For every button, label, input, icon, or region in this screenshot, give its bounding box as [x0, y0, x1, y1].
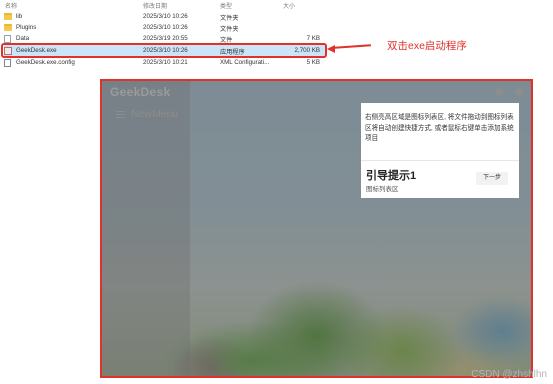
menu-icon[interactable]: [116, 111, 125, 118]
file-date: 2025/3/10 10:26: [143, 24, 188, 31]
file-size: 7 KB: [306, 35, 320, 42]
menu-item-newmenu[interactable]: NewMenu: [131, 108, 178, 120]
folder-icon: [4, 13, 12, 20]
column-size[interactable]: 大小: [283, 1, 295, 10]
file-list-header: 名称 修改日期 类型 大小: [0, 0, 330, 10]
menu-sidebar: [102, 81, 190, 376]
file-size: 5 KB: [306, 59, 320, 66]
next-step-button[interactable]: 下一步: [476, 172, 508, 185]
file-date: 2025/3/10 10:21: [143, 59, 188, 66]
close-icon[interactable]: [515, 88, 523, 96]
file-name: Data: [16, 35, 30, 42]
file-type: 文件夹: [220, 26, 239, 33]
guide-title: 引导提示1: [366, 170, 417, 182]
arrow-head-icon: [327, 45, 335, 53]
file-row-geekdesk-config[interactable]: GeekDesk.exe.config 2025/3/10 10:21 XML …: [4, 57, 326, 68]
file-row-lib[interactable]: lib 2025/3/10 10:26 文件夹: [4, 11, 326, 22]
highlight-box: [1, 43, 327, 58]
file-row-plugins[interactable]: Plugins 2025/3/10 10:26 文件夹: [4, 22, 326, 33]
guide-subtitle: 图标列表区: [366, 186, 399, 193]
column-name[interactable]: 名称: [5, 1, 17, 10]
file-date: 2025/3/19 20:55: [143, 35, 188, 42]
geekdesk-window: GeekDesk NewMenu 右侧亮高区域是图标列表区, 将文件拖动到图标列…: [100, 79, 533, 378]
arrow-line: [330, 44, 371, 49]
file-type: 文件夹: [220, 15, 239, 22]
app-title: GeekDesk: [110, 85, 171, 99]
folder-icon: [4, 24, 12, 31]
watermark: CSDN @zhshlhn: [471, 369, 547, 380]
guide-tip-text: 右侧亮高区域是图标列表区, 将文件拖动到图标列表区将自动创建快捷方式, 或者鼠标…: [361, 103, 519, 160]
column-type[interactable]: 类型: [220, 1, 232, 10]
config-icon: [4, 59, 11, 67]
column-date[interactable]: 修改日期: [143, 1, 167, 10]
file-name: lib: [16, 13, 23, 20]
file-date: 2025/3/10 10:26: [143, 13, 188, 20]
file-name: GeekDesk.exe.config: [16, 59, 75, 66]
settings-icon[interactable]: [495, 88, 503, 96]
file-icon: [4, 35, 11, 43]
annotation-label: 双击exe启动程序: [387, 40, 467, 52]
file-type: XML Configurati...: [220, 59, 270, 66]
guide-popover: 引导提示1 图标列表区 下一步: [361, 160, 519, 198]
file-name: Plugins: [16, 24, 37, 31]
